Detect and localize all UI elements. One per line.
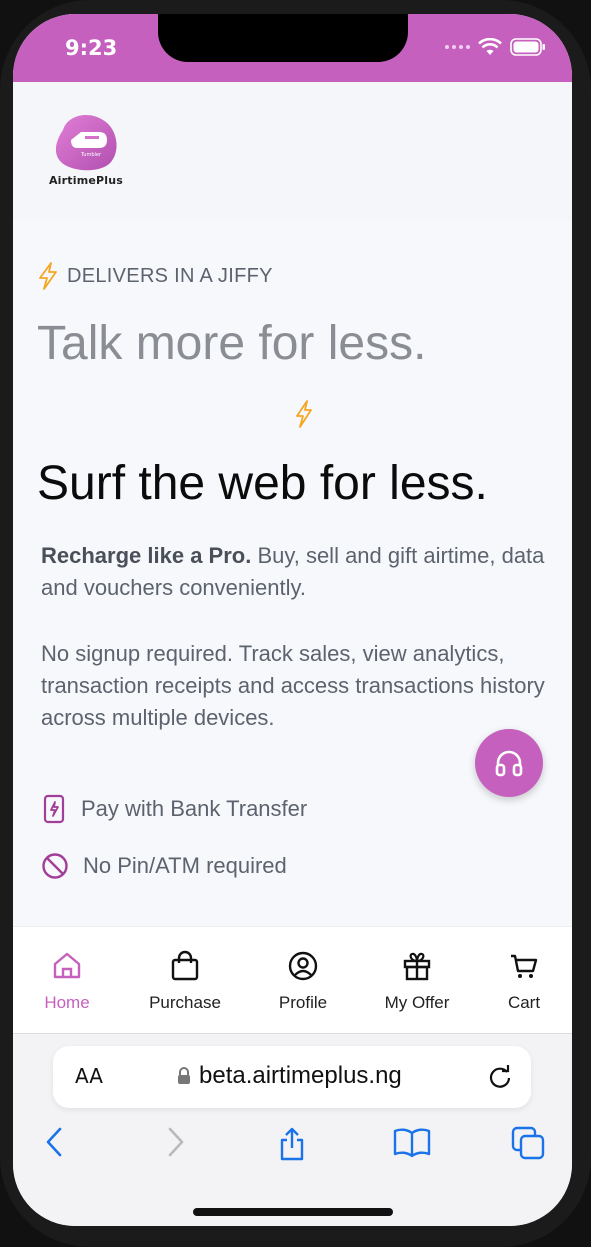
cart-icon xyxy=(511,954,538,978)
book-icon xyxy=(393,1128,431,1158)
hero-description-2: No signup required. Track sales, view an… xyxy=(41,641,545,730)
hero-section: DELIVERS IN A JIFFY Talk more for less. … xyxy=(13,220,572,926)
nav-label: Purchase xyxy=(149,993,221,1012)
headset-icon xyxy=(495,750,523,777)
nav-label: Cart xyxy=(507,993,541,1012)
tabs-icon xyxy=(511,1126,545,1160)
nav-label: My Offer xyxy=(384,993,450,1012)
forward-button[interactable] xyxy=(163,1126,187,1162)
feature-label: Pay with Bank Transfer xyxy=(81,796,308,821)
home-icon xyxy=(53,952,81,979)
tabs-button[interactable] xyxy=(511,1126,545,1164)
bolt-icon xyxy=(39,262,57,290)
url-display[interactable]: beta.airtimeplus.ng xyxy=(177,1062,402,1090)
site-header: Tumbler AirtimePlus xyxy=(13,82,572,220)
hero-description: Recharge like a Pro. Buy, sell and gift … xyxy=(41,540,556,604)
browser-chrome: AA beta.airtimeplus.ng xyxy=(13,1034,572,1226)
url-text: beta.airtimeplus.ng xyxy=(199,1062,402,1089)
logo-mark-text: Tumbler xyxy=(80,152,102,158)
feature-bank-transfer: Pay with Bank Transfer xyxy=(41,794,307,824)
profile-icon xyxy=(288,951,318,981)
phone-frame: 9:23 Tumbler AirtimePlus DELIVERS IN A J… xyxy=(0,0,591,1247)
bolt-divider-icon xyxy=(294,400,314,432)
share-button[interactable] xyxy=(276,1126,308,1166)
home-indicator xyxy=(193,1208,393,1216)
tagline-talk: Talk more for less. xyxy=(37,317,427,370)
feature-label: No Pin/ATM required xyxy=(83,853,287,878)
nav-cart[interactable]: Cart xyxy=(474,949,572,1013)
delivers-label: DELIVERS IN A JIFFY xyxy=(67,264,273,287)
bag-icon xyxy=(171,950,199,981)
tagline-surf: Surf the web for less. xyxy=(37,457,488,510)
nav-my-offer[interactable]: My Offer xyxy=(367,949,467,1013)
signal-icon xyxy=(445,45,470,49)
status-icons xyxy=(444,38,546,56)
back-button[interactable] xyxy=(43,1126,67,1162)
notch xyxy=(158,14,408,62)
share-icon xyxy=(280,1127,304,1161)
lock-icon xyxy=(178,1067,190,1084)
chevron-left-icon xyxy=(46,1127,62,1157)
airtimeplus-logo[interactable]: Tumbler AirtimePlus xyxy=(41,110,131,190)
chevron-right-icon xyxy=(168,1127,184,1157)
screen: 9:23 Tumbler AirtimePlus DELIVERS IN A J… xyxy=(13,14,572,1226)
battery-icon xyxy=(510,38,545,56)
gift-icon xyxy=(403,952,431,981)
nav-home[interactable]: Home xyxy=(17,949,117,1013)
logo-mark-icon: Tumbler xyxy=(55,115,117,171)
logo-text: AirtimePlus xyxy=(48,174,124,187)
aa-label: AA xyxy=(75,1064,103,1088)
no-pin-icon xyxy=(42,853,68,879)
bottom-nav: Home Purchase Profile My Offer Cart xyxy=(13,926,572,1034)
delivers-badge: DELIVERS IN A JIFFY xyxy=(37,262,273,290)
bank-transfer-icon xyxy=(43,794,65,824)
text-size-button[interactable]: AA xyxy=(75,1064,103,1088)
reload-icon xyxy=(489,1065,511,1088)
nav-purchase[interactable]: Purchase xyxy=(135,949,235,1013)
wifi-icon xyxy=(478,38,502,55)
support-button[interactable] xyxy=(475,729,543,797)
feature-no-pin: No Pin/ATM required xyxy=(41,852,287,880)
nav-profile[interactable]: Profile xyxy=(253,949,353,1013)
status-time: 9:23 xyxy=(65,36,118,60)
address-bar[interactable]: AA beta.airtimeplus.ng xyxy=(53,1046,531,1108)
nav-label: Profile xyxy=(278,993,328,1012)
desc-bold: Recharge like a Pro. xyxy=(41,543,252,568)
status-bar: 9:23 xyxy=(13,14,572,82)
reload-button[interactable] xyxy=(487,1064,513,1094)
nav-label: Home xyxy=(44,993,90,1012)
bookmarks-button[interactable] xyxy=(393,1126,431,1162)
